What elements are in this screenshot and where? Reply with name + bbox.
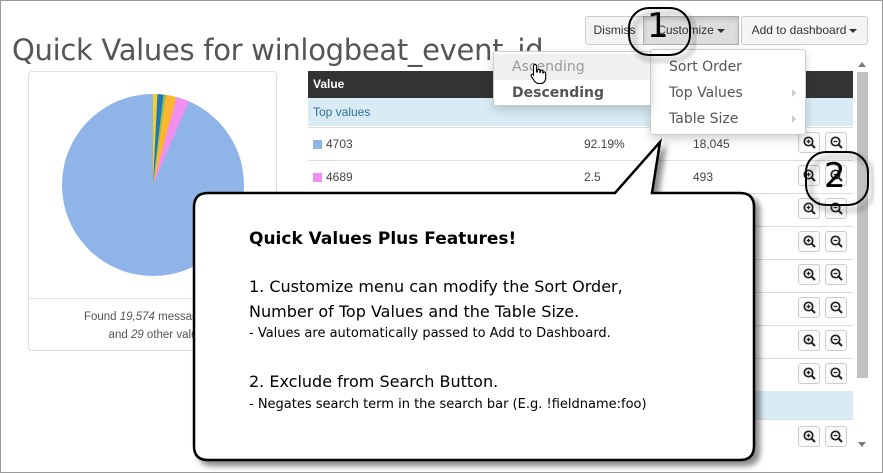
callout-point-1-note: - Values are automatically passed to Add… — [249, 326, 611, 341]
callout-point-2-line-1: 2. Exclude from Search Button. — [249, 372, 499, 391]
badge-number-2: 2 — [824, 156, 846, 196]
callout-point-1-line-2: Number of Top Values and the Table Size. — [249, 302, 580, 321]
callout-title: Quick Values Plus Features! — [249, 229, 517, 249]
callout-point-1-line-1: 1. Customize menu can modify the Sort Or… — [249, 277, 623, 296]
callout-bubble — [192, 137, 756, 462]
callout-point-2-note: - Negates search term in the search bar … — [249, 397, 647, 412]
badge-number-1: 1 — [647, 6, 669, 46]
